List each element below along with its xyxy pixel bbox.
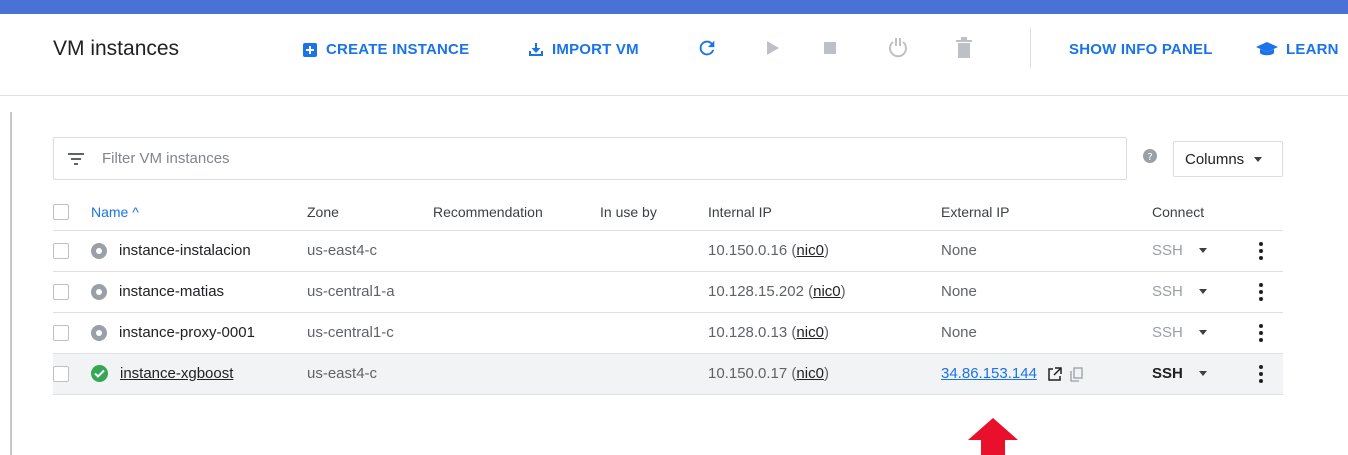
show-info-panel-label: SHOW INFO PANEL bbox=[1069, 41, 1213, 58]
ssh-dropdown[interactable]: SSH bbox=[1152, 283, 1207, 300]
show-info-panel-button[interactable]: SHOW INFO PANEL bbox=[1069, 41, 1213, 58]
refresh-icon bbox=[699, 40, 715, 56]
ssh-label: SSH bbox=[1152, 283, 1183, 300]
import-vm-icon bbox=[529, 42, 543, 56]
zone-cell: us-east4-c bbox=[307, 230, 433, 272]
table-row: instance-instalacion us-east4-c 10.150.0… bbox=[53, 230, 1283, 272]
external-link-icon[interactable] bbox=[1047, 366, 1062, 382]
row-checkbox[interactable] bbox=[53, 325, 69, 342]
internal-ip: 10.150.0.17 bbox=[708, 365, 788, 382]
toolbar-divider bbox=[1030, 28, 1031, 68]
left-rule bbox=[10, 112, 12, 455]
caret-down-icon bbox=[1254, 156, 1263, 162]
svg-text:?: ? bbox=[1147, 152, 1152, 163]
filter-input[interactable] bbox=[102, 150, 1002, 167]
table-row: instance-xgboost us-east4-c 10.150.0.17 … bbox=[53, 353, 1283, 395]
refresh-button[interactable] bbox=[694, 35, 720, 61]
row-checkbox[interactable] bbox=[53, 284, 69, 301]
nic-link[interactable]: nic0 bbox=[813, 283, 841, 300]
more-vert-icon[interactable] bbox=[1257, 364, 1265, 383]
delete-button[interactable] bbox=[951, 35, 977, 61]
learn-label: LEARN bbox=[1286, 41, 1339, 58]
stop-icon bbox=[824, 42, 836, 54]
reset-icon bbox=[889, 38, 907, 58]
internal-ip: 10.128.15.202 bbox=[708, 283, 804, 300]
status-stopped-icon bbox=[91, 324, 107, 341]
filter-icon bbox=[68, 152, 88, 165]
column-header-internal-ip: Internal IP bbox=[708, 194, 941, 231]
caret-down-icon bbox=[1198, 330, 1207, 335]
status-stopped-icon bbox=[91, 283, 107, 300]
zone-cell: us-central1-a bbox=[307, 271, 433, 313]
create-instance-label: CREATE INSTANCE bbox=[326, 41, 470, 58]
column-header-in-use-by: In use by bbox=[600, 194, 708, 231]
instance-name[interactable]: instance-matias bbox=[119, 283, 224, 300]
column-header-zone: Zone bbox=[307, 194, 433, 231]
learn-icon bbox=[1256, 41, 1278, 55]
create-instance-button[interactable]: CREATE INSTANCE bbox=[302, 41, 469, 58]
ssh-dropdown[interactable]: SSH bbox=[1152, 365, 1207, 382]
more-vert-icon[interactable] bbox=[1257, 241, 1265, 260]
table-row: instance-matias us-central1-a 10.128.15.… bbox=[53, 271, 1283, 313]
column-header-external-ip: External IP bbox=[941, 194, 1152, 231]
page-title: VM instances bbox=[53, 37, 180, 60]
instance-name[interactable]: instance-instalacion bbox=[119, 242, 251, 259]
status-running-icon bbox=[91, 365, 108, 382]
columns-dropdown[interactable]: Columns bbox=[1173, 141, 1283, 177]
more-vert-icon[interactable] bbox=[1257, 282, 1265, 301]
ssh-label: SSH bbox=[1152, 242, 1183, 259]
zone-cell: us-central1-c bbox=[307, 312, 433, 354]
table-header-row: Name ^ Zone Recommendation In use by Int… bbox=[53, 194, 1283, 231]
page-header: VM instances CREATE INSTANCE IMPORT VM S… bbox=[0, 14, 1348, 96]
ssh-label: SSH bbox=[1152, 324, 1183, 341]
external-ip-link[interactable]: 34.86.153.144 bbox=[941, 365, 1037, 382]
import-vm-button[interactable]: IMPORT VM bbox=[528, 41, 639, 58]
nic-link[interactable]: nic0 bbox=[796, 242, 824, 259]
internal-ip: 10.128.0.13 bbox=[708, 324, 788, 341]
caret-down-icon bbox=[1198, 248, 1207, 253]
delete-icon bbox=[956, 37, 972, 58]
instance-name[interactable]: instance-xgboost bbox=[120, 365, 233, 382]
status-stopped-icon bbox=[91, 242, 107, 259]
external-ip: None bbox=[941, 312, 1152, 354]
external-ip: None bbox=[941, 230, 1152, 272]
table-row: instance-proxy-0001 us-central1-c 10.128… bbox=[53, 312, 1283, 354]
zone-cell: us-east4-c bbox=[307, 353, 433, 395]
start-button[interactable] bbox=[760, 35, 786, 61]
row-checkbox[interactable] bbox=[53, 366, 69, 383]
external-ip: None bbox=[941, 271, 1152, 313]
start-icon bbox=[767, 41, 779, 55]
more-vert-icon[interactable] bbox=[1257, 323, 1265, 342]
stop-button[interactable] bbox=[817, 35, 843, 61]
import-vm-label: IMPORT VM bbox=[552, 41, 639, 58]
red-arrow-icon bbox=[968, 418, 1018, 455]
nic-link[interactable]: nic0 bbox=[796, 324, 824, 341]
column-header-connect: Connect bbox=[1152, 194, 1257, 231]
row-checkbox[interactable] bbox=[53, 243, 69, 260]
help-icon[interactable]: ? bbox=[1143, 149, 1157, 168]
copy-icon[interactable] bbox=[1070, 366, 1083, 382]
columns-label: Columns bbox=[1185, 150, 1245, 168]
reset-button[interactable] bbox=[885, 35, 911, 61]
caret-down-icon bbox=[1198, 289, 1207, 294]
learn-button[interactable]: LEARN bbox=[1256, 41, 1339, 58]
instance-name[interactable]: instance-proxy-0001 bbox=[119, 324, 255, 341]
ssh-dropdown[interactable]: SSH bbox=[1152, 324, 1207, 341]
filter-box bbox=[53, 137, 1127, 180]
internal-ip: 10.150.0.16 bbox=[708, 242, 788, 259]
vm-instances-table: Name ^ Zone Recommendation In use by Int… bbox=[53, 194, 1283, 395]
top-accent-bar bbox=[0, 0, 1348, 14]
create-instance-icon bbox=[303, 42, 317, 57]
caret-down-icon bbox=[1198, 371, 1207, 376]
column-header-name[interactable]: Name ^ bbox=[91, 194, 307, 231]
nic-link[interactable]: nic0 bbox=[796, 365, 824, 382]
select-all-checkbox[interactable] bbox=[53, 204, 69, 221]
ssh-label: SSH bbox=[1152, 365, 1183, 382]
ssh-dropdown[interactable]: SSH bbox=[1152, 242, 1207, 259]
column-header-recommendation: Recommendation bbox=[433, 194, 600, 231]
